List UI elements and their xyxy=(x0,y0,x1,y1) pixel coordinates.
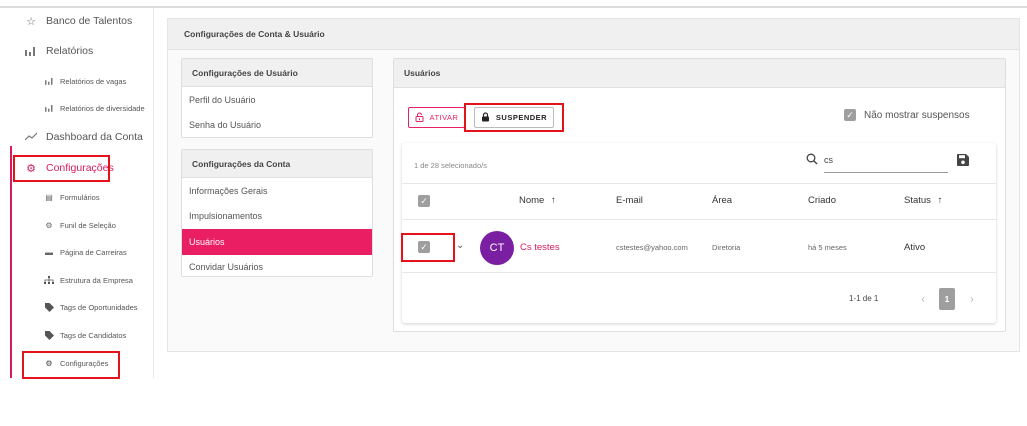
sidebar-item-relatorios[interactable]: Relatórios xyxy=(24,44,93,58)
sidebar-item-label: Relatórios de vagas xyxy=(60,76,127,86)
tag-icon xyxy=(44,330,54,340)
row-checkbox[interactable]: ✓ xyxy=(418,241,430,253)
page-number-button[interactable]: 1 xyxy=(939,288,955,310)
account-settings-card: Configurações da Conta Informações Gerai… xyxy=(181,149,373,277)
sidebar-item-pagina-carreiras[interactable]: ▬ Página de Carreiras xyxy=(44,247,127,257)
checkbox-checked-icon[interactable]: ✓ xyxy=(844,109,856,121)
pagination-range: 1-1 de 1 xyxy=(849,294,879,303)
suspend-label: SUSPENDER xyxy=(495,113,548,122)
suspend-button[interactable]: SUSPENDER xyxy=(474,107,554,128)
page-title: Configurações de Conta & Usuário xyxy=(168,19,1019,50)
column-header-criado[interactable]: Criado xyxy=(808,195,836,206)
menu-item-impulsionamentos[interactable]: Impulsionamentos xyxy=(182,204,372,230)
sidebar-item-label: Configurações xyxy=(60,358,109,368)
bar-chart-icon xyxy=(24,44,38,58)
gear-icon: ⚙ xyxy=(45,220,53,230)
star-icon: ☆ xyxy=(26,15,36,28)
sidebar-item-label: Relatórios xyxy=(46,45,94,57)
user-name-link[interactable]: Cs testes xyxy=(520,242,560,253)
column-header-nome[interactable]: Nome ↑ xyxy=(519,195,556,206)
user-created: há 5 meses xyxy=(808,243,847,252)
sidebar-active-accent xyxy=(10,146,12,378)
user-email: cstestes@yahoo.com xyxy=(616,243,688,252)
org-chart-icon xyxy=(44,275,54,285)
table-divider xyxy=(402,272,996,273)
sidebar-item-label: Tags de Oportunidades xyxy=(60,302,138,312)
column-header-status[interactable]: Status ↑ xyxy=(904,195,942,206)
menu-item-senha[interactable]: Senha do Usuário xyxy=(182,113,372,139)
column-header-email[interactable]: E-mail xyxy=(616,195,643,206)
user-settings-header: Configurações de Usuário xyxy=(182,59,372,87)
sidebar-item-tags-oportunidades[interactable]: Tags de Oportunidades xyxy=(44,302,138,312)
top-divider xyxy=(0,6,1027,8)
user-area: Diretoria xyxy=(712,243,741,252)
sidebar-item-label: Configurações xyxy=(46,162,114,174)
sidebar-item-tags-candidatos[interactable]: Tags de Candidatos xyxy=(44,330,126,340)
avatar: CT xyxy=(480,231,514,265)
form-icon: ▤ xyxy=(45,192,53,202)
sidebar-item-label: Funil de Seleção xyxy=(60,220,116,230)
column-label: Nome xyxy=(519,195,545,206)
hide-suspended-label: Não mostrar suspensos xyxy=(864,109,970,121)
sidebar-item-label: Estrutura da Empresa xyxy=(60,275,133,285)
menu-item-convidar-usuarios[interactable]: Convidar Usuários xyxy=(182,255,372,281)
sidebar-item-label: Tags de Candidatos xyxy=(60,330,127,340)
bar-chart-icon xyxy=(44,103,54,113)
sort-up-icon: ↑ xyxy=(937,195,943,206)
search-icon xyxy=(806,152,818,170)
search-input[interactable] xyxy=(824,153,944,167)
sidebar-item-configuracoes[interactable]: ⚙ Configurações xyxy=(24,161,114,175)
account-settings-header: Configurações da Conta xyxy=(182,150,372,178)
trend-line-icon xyxy=(24,130,38,144)
bar-chart-icon xyxy=(44,76,54,86)
user-status: Ativo xyxy=(904,242,926,253)
browser-icon: ▬ xyxy=(45,247,53,257)
sidebar-item-funil[interactable]: ⚙ Funil de Seleção xyxy=(44,220,116,230)
chevron-left-icon[interactable]: ‹ xyxy=(916,289,930,309)
tag-icon xyxy=(44,302,54,312)
sort-up-icon: ↑ xyxy=(550,195,556,206)
gears-icon: ⚙ xyxy=(45,358,53,368)
sidebar-item-configuracoes-sub[interactable]: ⚙ Configurações xyxy=(44,358,108,368)
unlock-icon xyxy=(415,112,424,124)
chevron-down-icon[interactable]: ⌄ xyxy=(456,240,464,251)
sidebar-item-formularios[interactable]: ▤ Formulários xyxy=(44,192,100,202)
activate-label: ATIVAR xyxy=(429,113,459,122)
lock-icon xyxy=(481,111,490,124)
sidebar-item-label: Dashboard da Conta xyxy=(46,131,143,143)
chevron-right-icon[interactable]: › xyxy=(965,289,979,309)
sidebar-item-relatorios-diversidade[interactable]: Relatórios de diversidade xyxy=(44,103,145,113)
sidebar-item-dashboard[interactable]: Dashboard da Conta xyxy=(24,130,143,144)
sidebar-item-label: Banco de Talentos xyxy=(46,15,133,27)
sidebar-item-banco-talentos[interactable]: ☆ Banco de Talentos xyxy=(24,14,132,28)
hide-suspended-toggle[interactable]: ✓ Não mostrar suspensos xyxy=(844,109,970,121)
menu-item-informacoes-gerais[interactable]: Informações Gerais xyxy=(182,178,372,204)
table-divider xyxy=(402,183,996,184)
select-all-checkbox[interactable]: ✓ xyxy=(418,195,430,207)
sidebar-item-relatorios-vagas[interactable]: Relatórios de vagas xyxy=(44,76,126,86)
gear-icon: ⚙ xyxy=(26,162,36,175)
users-header: Usuários xyxy=(394,59,1005,88)
sidebar-item-label: Página de Carreiras xyxy=(60,247,127,257)
sidebar-item-label: Formulários xyxy=(60,192,100,202)
menu-item-perfil[interactable]: Perfil do Usuário xyxy=(182,87,372,113)
sidebar-item-label: Relatórios de diversidade xyxy=(60,103,145,113)
save-icon[interactable] xyxy=(957,153,969,171)
menu-item-usuarios[interactable]: Usuários xyxy=(182,229,372,255)
column-header-area[interactable]: Área xyxy=(712,195,732,206)
activate-button[interactable]: ATIVAR xyxy=(408,107,465,128)
user-settings-card: Configurações de Usuário Perfil do Usuár… xyxy=(181,58,373,138)
column-label: Status xyxy=(904,195,931,206)
sidebar-item-estrutura[interactable]: Estrutura da Empresa xyxy=(44,275,133,285)
search-underline xyxy=(824,172,948,173)
selected-count: 1 de 28 selecionado/s xyxy=(414,161,487,170)
